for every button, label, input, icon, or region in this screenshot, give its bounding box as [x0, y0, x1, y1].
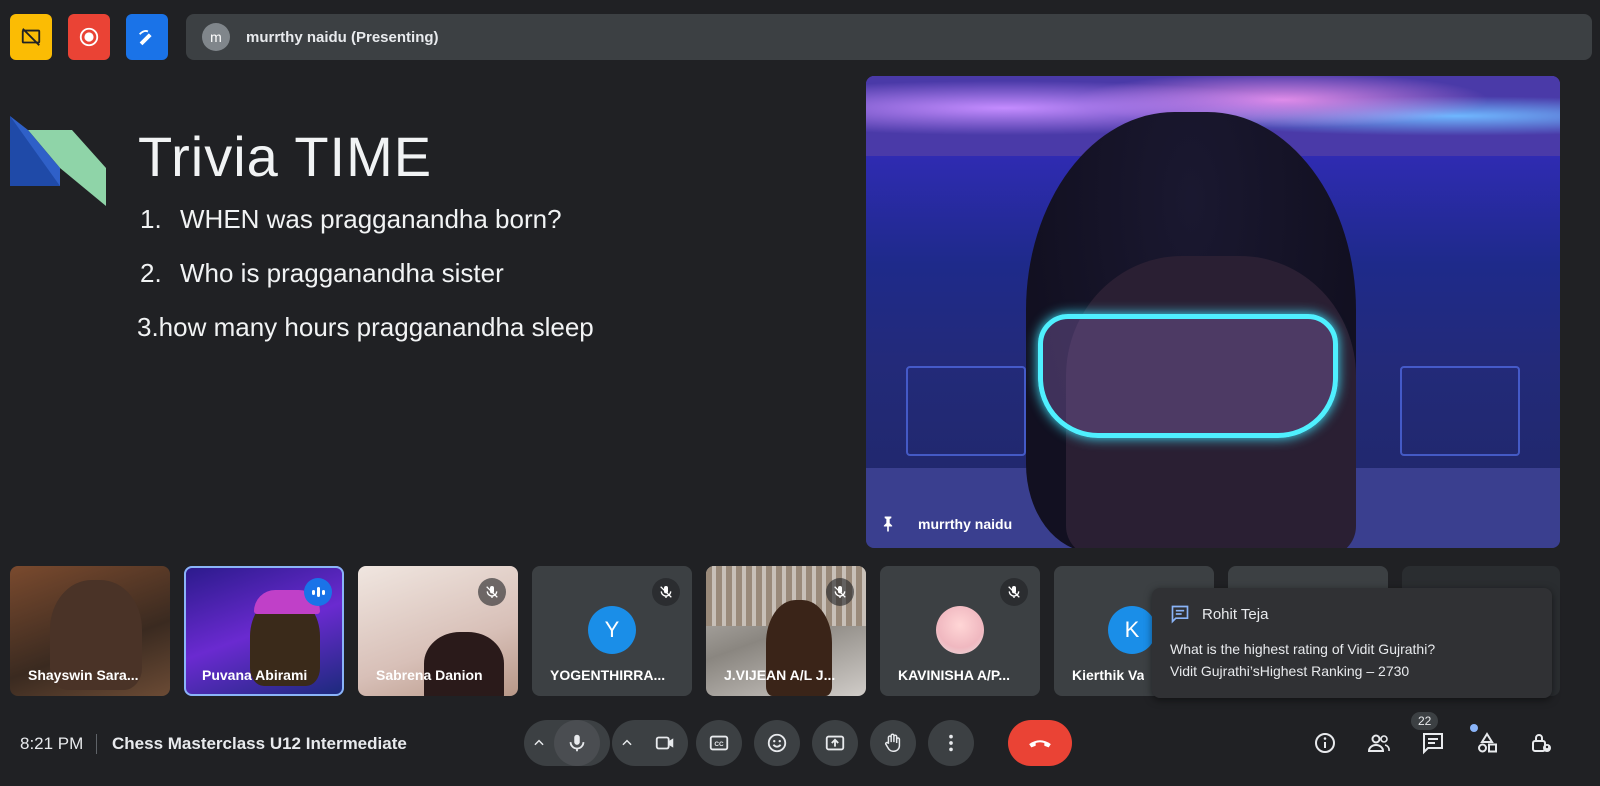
video-background: [906, 366, 1026, 456]
chat-icon: [1423, 733, 1443, 755]
participant-avatar: Y: [588, 606, 636, 654]
participant-tile[interactable]: Sabrena Danion: [358, 566, 518, 696]
meet-window: m murrthy naidu (Presenting) Trivia TIME…: [0, 0, 1600, 786]
chat-message-line: What is the highest rating of Vidit Gujr…: [1170, 641, 1436, 657]
presenter-avatar: m: [202, 23, 230, 51]
slide-logo-icon: [10, 116, 106, 206]
chevron-up-icon: [534, 739, 544, 746]
microphone-icon: [569, 734, 585, 752]
microphone-control: [524, 720, 610, 766]
camera-button[interactable]: [642, 720, 688, 766]
host-controls-button[interactable]: [1526, 728, 1556, 758]
pin-icon[interactable]: [878, 514, 898, 534]
people-icon: [1367, 734, 1390, 752]
participant-name: Puvana Abirami: [202, 667, 308, 683]
microphone-button[interactable]: [554, 720, 600, 766]
lock-person-icon: [1532, 734, 1551, 752]
meeting-clock: 8:21 PM: [20, 734, 84, 753]
participant-video: [424, 632, 504, 696]
meeting-title: Chess Masterclass U12 Intermediate: [112, 734, 407, 753]
slide-item-2: 2. Who is pragganandha sister: [140, 258, 504, 289]
meeting-details-button[interactable]: [1310, 728, 1340, 758]
chat-sender: Rohit Teja: [1202, 605, 1269, 623]
mic-off-icon: [826, 578, 854, 606]
mic-off-icon: [1000, 578, 1028, 606]
audio-options-button[interactable]: [524, 720, 554, 766]
participant-tile[interactable]: J.VIJEAN A/L J...: [706, 566, 866, 696]
whiteboard-button[interactable]: [126, 14, 168, 60]
reactions-button[interactable]: [754, 720, 800, 766]
hang-up-icon: [1029, 740, 1051, 748]
slide-item-text: Who is pragganandha sister: [180, 258, 504, 288]
shapes-icon: [1478, 732, 1497, 753]
camera-control: [612, 720, 688, 766]
participant-tile[interactable]: KAVINISHA A/P...: [880, 566, 1040, 696]
participant-name: Kierthik Va: [1072, 667, 1145, 683]
svg-text:CC: CC: [714, 741, 724, 748]
presenter-video-tile[interactable]: murrthy naidu: [866, 76, 1560, 548]
slide-item-1: 1. WHEN was pragganandha born?: [140, 204, 562, 235]
participant-name: J.VIJEAN A/L J...: [724, 667, 836, 683]
participant-tile[interactable]: Y YOGENTHIRRA...: [532, 566, 692, 696]
stop-presenting-button[interactable]: [10, 14, 52, 60]
leave-call-button[interactable]: [1008, 720, 1072, 766]
emoji-icon: [767, 733, 787, 753]
pen-icon: [139, 30, 152, 46]
top-bar: m murrthy naidu (Presenting): [10, 14, 1592, 60]
mic-off-icon: [478, 578, 506, 606]
activities-button[interactable]: [1472, 728, 1502, 758]
participant-tile[interactable]: Shayswin Sara...: [10, 566, 170, 696]
chat-message-line: Vidit Gujrathi’sHighest Ranking – 2730: [1170, 663, 1410, 679]
closed-captions-icon: CC: [709, 735, 729, 751]
record-icon: [79, 27, 99, 47]
hand-icon: [884, 733, 901, 752]
divider: [96, 734, 97, 754]
slide-item-text: WHEN was pragganandha born?: [180, 204, 562, 234]
captions-button[interactable]: CC: [696, 720, 742, 766]
info-icon: [1315, 733, 1335, 753]
slide-item-number: 1.: [140, 204, 162, 234]
presenter-goggles: [1038, 314, 1338, 438]
slide-item-number: 2.: [140, 258, 162, 288]
chat-button[interactable]: [1418, 728, 1448, 758]
presentation-slide: Trivia TIME 1. WHEN was pragganandha born…: [0, 76, 860, 552]
raise-hand-button[interactable]: [870, 720, 916, 766]
presenting-banner[interactable]: m murrthy naidu (Presenting): [186, 14, 1592, 60]
participant-name: Shayswin Sara...: [28, 667, 139, 683]
video-camera-icon: [655, 736, 674, 750]
video-options-button[interactable]: [612, 720, 642, 766]
screen-share-off-icon: [21, 28, 41, 46]
speaking-indicator-icon: [304, 578, 332, 606]
participant-name: YOGENTHIRRA...: [550, 667, 666, 683]
participant-photo-avatar: [936, 606, 984, 654]
chat-icon: [1171, 605, 1189, 624]
presenter-name-label: murrthy naidu: [918, 516, 1013, 532]
participant-name: Sabrena Danion: [376, 667, 483, 683]
slide-item-text: 3.how many hours pragganandha sleep: [137, 312, 594, 342]
presenting-label: murrthy naidu (Presenting): [246, 28, 439, 46]
slide-item-3: 3.how many hours pragganandha sleep: [137, 312, 594, 343]
participant-tile[interactable]: Puvana Abirami: [184, 566, 344, 696]
present-screen-icon: [825, 735, 845, 751]
mic-off-icon: [652, 578, 680, 606]
slide-title: Trivia TIME: [138, 125, 433, 188]
video-background: [1400, 366, 1520, 456]
recording-button[interactable]: [68, 14, 110, 60]
chevron-up-icon: [622, 739, 632, 746]
more-vertical-icon: [949, 734, 953, 752]
participant-avatar: K: [1108, 606, 1156, 654]
participant-name: KAVINISHA A/P...: [898, 667, 1011, 683]
present-now-button[interactable]: [812, 720, 858, 766]
bottom-control-bar: 8:21 PM Chess Masterclass U12 Intermedia…: [0, 712, 1600, 772]
people-button[interactable]: [1364, 728, 1394, 758]
chat-notification[interactable]: Rohit Teja What is the highest rating of…: [1152, 588, 1552, 698]
more-options-button[interactable]: [928, 720, 974, 766]
